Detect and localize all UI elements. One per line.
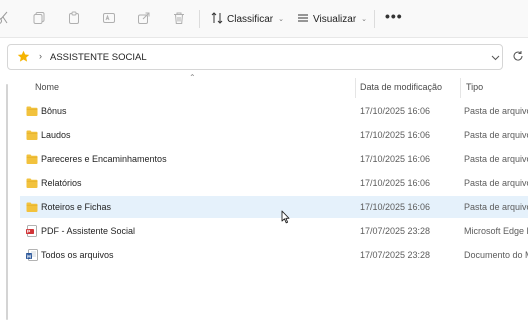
chevron-down-icon: ⌄: [361, 16, 368, 23]
column-header-name[interactable]: Nome: [35, 82, 59, 92]
copy-icon[interactable]: [32, 11, 46, 25]
folder-icon: [26, 201, 38, 213]
breadcrumb-separator-icon: ›: [39, 51, 42, 61]
file-date-modified: 17/10/2025 16:06: [360, 154, 431, 164]
file-type: Documento do Microsoft Word: [464, 250, 528, 260]
navigation-pane-scrollbar[interactable]: [6, 84, 8, 320]
refresh-icon[interactable]: [512, 50, 524, 64]
file-name: Roteiros e Fichas: [41, 202, 112, 212]
mouse-cursor-icon: [281, 210, 290, 226]
column-divider[interactable]: [460, 78, 461, 98]
word-doc-icon: [26, 249, 38, 261]
delete-icon[interactable]: [172, 11, 186, 25]
file-name: Pareceres e Encaminhamentos: [41, 154, 167, 164]
folder-icon: [26, 105, 38, 117]
file-name: Todos os arquivos: [41, 250, 114, 260]
file-row[interactable]: Pareceres e Encaminhamentos 17/10/2025 16…: [20, 148, 528, 170]
file-date-modified: 17/10/2025 16:06: [360, 106, 431, 116]
file-date-modified: 17/07/2025 23:28: [360, 226, 431, 236]
address-bar[interactable]: › ASSISTENTE SOCIAL: [7, 44, 503, 70]
file-row[interactable]: Bônus 17/10/2025 16:06 Pasta de arquivos: [20, 100, 528, 122]
column-header-type[interactable]: Tipo: [466, 82, 483, 92]
file-name: PDF - Assistente Social: [41, 226, 136, 236]
column-divider[interactable]: [355, 78, 356, 98]
folder-icon: [26, 129, 38, 141]
toolbar-separator: [199, 10, 200, 28]
file-type: Pasta de arquivos: [464, 130, 528, 140]
file-type: Pasta de arquivos: [464, 106, 528, 116]
pdf-icon: [26, 225, 38, 237]
file-name: Bônus: [41, 106, 67, 116]
rename-icon[interactable]: [102, 11, 116, 25]
view-label: Visualizar: [313, 13, 357, 25]
file-row[interactable]: Laudos 17/10/2025 16:06 Pasta de arquivos: [20, 124, 528, 146]
toolbar-separator: [374, 10, 375, 28]
file-type: Pasta de arquivos: [464, 154, 528, 164]
file-type: Microsoft Edge PDF Document: [464, 226, 528, 236]
file-row[interactable]: PDF - Assistente Social 17/07/2025 23:28 M…: [20, 220, 528, 242]
file-date-modified: 17/10/2025 16:06: [360, 202, 431, 212]
more-options-button[interactable]: •••: [385, 8, 403, 24]
file-type: Pasta de arquivos: [464, 178, 528, 188]
sort-ascending-icon: ⌃: [189, 73, 196, 82]
chevron-down-icon: ⌄: [278, 16, 284, 23]
star-icon: [17, 50, 30, 65]
file-type: Pasta de arquivos: [464, 202, 528, 212]
file-date-modified: 17/07/2025 23:28: [360, 250, 431, 260]
file-row[interactable]: Roteiros e Fichas 17/10/2025 16:06 Pasta d…: [20, 196, 528, 218]
folder-icon: [26, 153, 38, 165]
view-icon: [297, 12, 309, 27]
file-row[interactable]: Relatórios 17/10/2025 16:06 Pasta de arqui…: [20, 172, 528, 194]
breadcrumb-current-folder[interactable]: ASSISTENTE SOCIAL: [50, 52, 147, 63]
sort-icon: [211, 11, 223, 27]
folder-icon: [26, 177, 38, 189]
address-dropdown-chevron-icon[interactable]: [491, 53, 500, 64]
share-icon[interactable]: [137, 11, 151, 25]
file-date-modified: 17/10/2025 16:06: [360, 130, 431, 140]
view-button[interactable]: Visualizar ⌄: [297, 11, 367, 27]
file-row[interactable]: Todos os arquivos 17/07/2025 23:28 Documen…: [20, 244, 528, 266]
column-header-date[interactable]: Data de modificação: [360, 82, 442, 92]
file-name: Relatórios: [41, 178, 82, 188]
command-bar: Classificar ⌄ Visualizar ⌄ •••: [0, 0, 528, 38]
sort-button[interactable]: Classificar ⌄: [211, 11, 284, 27]
sort-label: Classificar: [227, 13, 274, 25]
file-date-modified: 17/10/2025 16:06: [360, 178, 431, 188]
cut-icon[interactable]: [0, 11, 9, 25]
file-name: Laudos: [41, 130, 71, 140]
paste-icon[interactable]: [67, 11, 81, 25]
